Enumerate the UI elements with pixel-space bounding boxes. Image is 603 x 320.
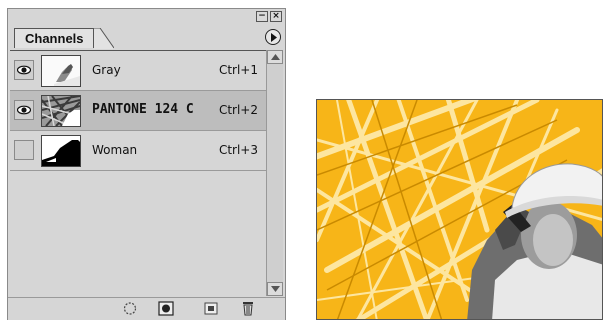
channel-list: Gray Ctrl+1 PANTONE 124 C Ctrl+2 Woman C… — [10, 50, 266, 297]
chevron-up-icon — [271, 54, 280, 60]
channel-row-gray[interactable]: Gray Ctrl+1 — [10, 51, 266, 91]
tab-channels[interactable]: Channels — [14, 28, 94, 48]
eye-icon — [17, 65, 31, 75]
delete-channel-icon[interactable] — [240, 301, 256, 316]
visibility-toggle[interactable] — [14, 60, 34, 80]
chevron-down-icon — [271, 286, 280, 292]
channel-thumbnail — [41, 95, 81, 127]
channel-thumbnail — [41, 135, 81, 167]
channel-thumbnail — [41, 55, 81, 87]
channel-list-scrollbar[interactable] — [266, 50, 283, 296]
duotone-image-preview — [316, 99, 603, 320]
close-button[interactable]: × — [270, 11, 282, 22]
scroll-up-button[interactable] — [267, 50, 283, 64]
minimize-button[interactable]: − — [256, 11, 268, 22]
channel-row-woman[interactable]: Woman Ctrl+3 — [10, 131, 266, 171]
load-selection-icon[interactable] — [122, 301, 138, 316]
channels-palette: − × Channels Gray Ctrl+1 PANTONE 124 C C… — [7, 8, 286, 320]
channel-shortcut: Ctrl+1 — [218, 63, 258, 77]
save-selection-icon[interactable] — [158, 301, 174, 316]
new-channel-icon[interactable] — [203, 301, 219, 316]
visibility-toggle[interactable] — [14, 100, 34, 120]
scroll-down-button[interactable] — [267, 282, 283, 296]
channel-name: Gray — [92, 63, 121, 77]
channel-shortcut: Ctrl+2 — [218, 103, 258, 117]
eye-icon — [17, 105, 31, 115]
palette-bottom-bar — [8, 297, 285, 320]
channel-row-pantone[interactable]: PANTONE 124 C Ctrl+2 — [10, 91, 266, 131]
palette-menu-arrow-icon[interactable] — [265, 29, 281, 45]
channel-name: PANTONE 124 C — [92, 102, 194, 117]
tab-tail — [94, 28, 114, 49]
channel-name: Woman — [92, 143, 138, 157]
palette-tab-row: Channels — [8, 25, 285, 49]
visibility-toggle[interactable] — [14, 140, 34, 160]
palette-titlebar: − × — [8, 9, 285, 25]
channel-shortcut: Ctrl+3 — [218, 143, 258, 157]
